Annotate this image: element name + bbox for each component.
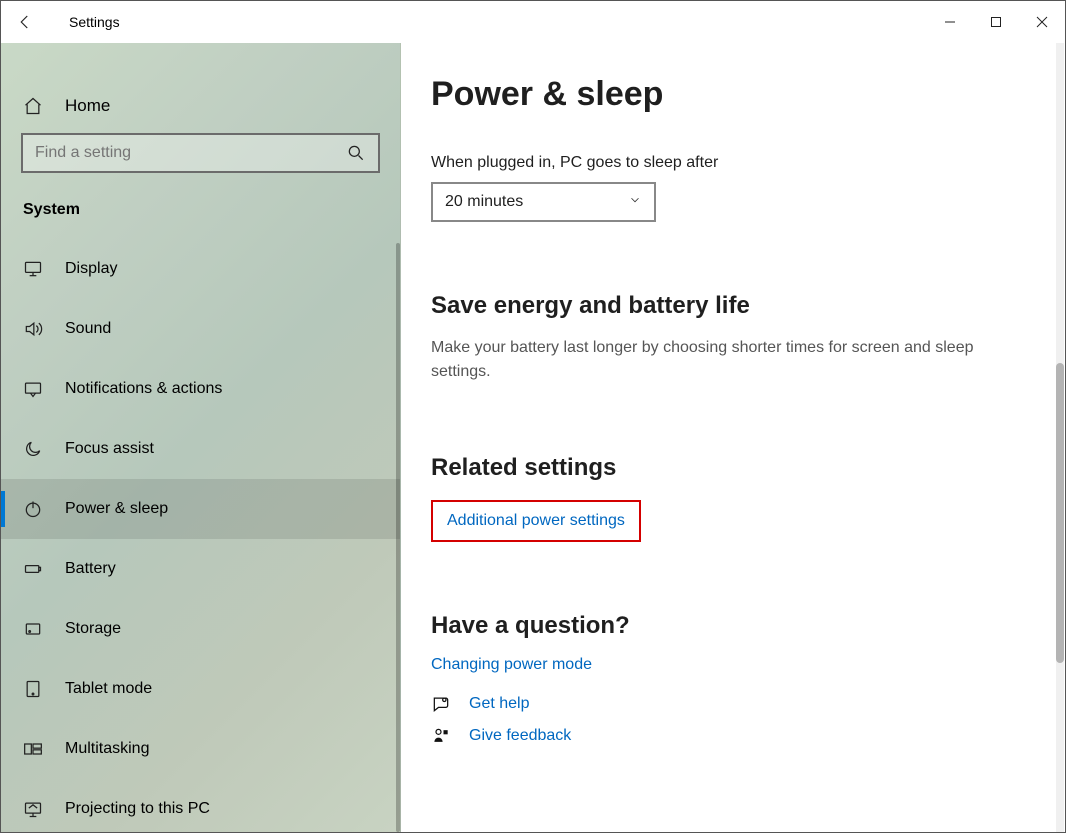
search-icon [346,143,366,163]
sidebar-item-notifications[interactable]: Notifications & actions [1,359,400,419]
search-field[interactable] [35,144,346,162]
sound-icon [23,319,43,339]
sidebar-item-multitasking[interactable]: Multitasking [1,719,400,779]
home-button[interactable]: Home [1,75,400,133]
changing-power-mode-link[interactable]: Changing power mode [431,656,592,674]
additional-power-link[interactable]: Additional power settings [447,512,625,530]
home-label: Home [65,96,110,116]
sleep-after-value: 20 minutes [445,193,523,211]
chevron-down-icon [628,193,642,212]
display-icon [23,259,43,279]
multitasking-icon [23,739,43,759]
sidebar-item-sound[interactable]: Sound [1,299,400,359]
main-panel: Power & sleep When plugged in, PC goes t… [401,43,1065,832]
energy-heading: Save energy and battery life [431,292,1035,320]
sidebar-item-label: Focus assist [65,440,154,458]
home-icon [23,96,43,116]
section-label: System [1,173,400,239]
battery-icon [23,559,43,579]
related-heading: Related settings [431,454,1035,482]
tablet-mode-icon [23,679,43,699]
sidebar-item-storage[interactable]: Storage [1,599,400,659]
minimize-button[interactable] [927,1,973,43]
projecting-icon [23,799,43,819]
page-title: Power & sleep [431,75,1035,114]
give-feedback-link[interactable]: Give feedback [469,727,571,745]
sleep-after-label: When plugged in, PC goes to sleep after [431,154,1035,172]
sidebar-item-battery[interactable]: Battery [1,539,400,599]
sidebar-item-label: Notifications & actions [65,380,222,398]
close-button[interactable] [1019,1,1065,43]
chat-icon [431,694,451,714]
sidebar: Home System Display Sound Notifications & … [1,43,401,832]
back-button[interactable] [1,1,49,43]
window-title: Settings [49,14,120,30]
storage-icon [23,619,43,639]
sidebar-item-label: Battery [65,560,116,578]
sidebar-item-label: Sound [65,320,111,338]
sidebar-item-label: Display [65,260,117,278]
maximize-button[interactable] [973,1,1019,43]
nav-list: Display Sound Notifications & actions Focus… [1,239,400,832]
sidebar-item-display[interactable]: Display [1,239,400,299]
sidebar-item-focus-assist[interactable]: Focus assist [1,419,400,479]
sidebar-item-label: Storage [65,620,121,638]
highlight-additional-power: Additional power settings [431,500,641,542]
sidebar-item-label: Projecting to this PC [65,800,210,818]
sidebar-item-power-sleep[interactable]: Power & sleep [1,479,400,539]
search-input[interactable] [21,133,380,173]
energy-description: Make your battery last longer by choosin… [431,336,1021,384]
get-help-link[interactable]: Get help [469,695,529,713]
sidebar-item-tablet-mode[interactable]: Tablet mode [1,659,400,719]
scrollbar[interactable] [1056,43,1064,832]
sidebar-item-projecting[interactable]: Projecting to this PC [1,779,400,832]
sidebar-item-label: Tablet mode [65,680,152,698]
notifications-icon [23,379,43,399]
sleep-after-select[interactable]: 20 minutes [431,182,656,222]
sidebar-item-label: Multitasking [65,740,149,758]
sidebar-item-label: Power & sleep [65,500,168,518]
feedback-icon [431,726,451,746]
power-sleep-icon [23,499,43,519]
focus-assist-icon [23,439,43,459]
question-heading: Have a question? [431,612,1035,640]
titlebar: Settings [1,1,1065,43]
